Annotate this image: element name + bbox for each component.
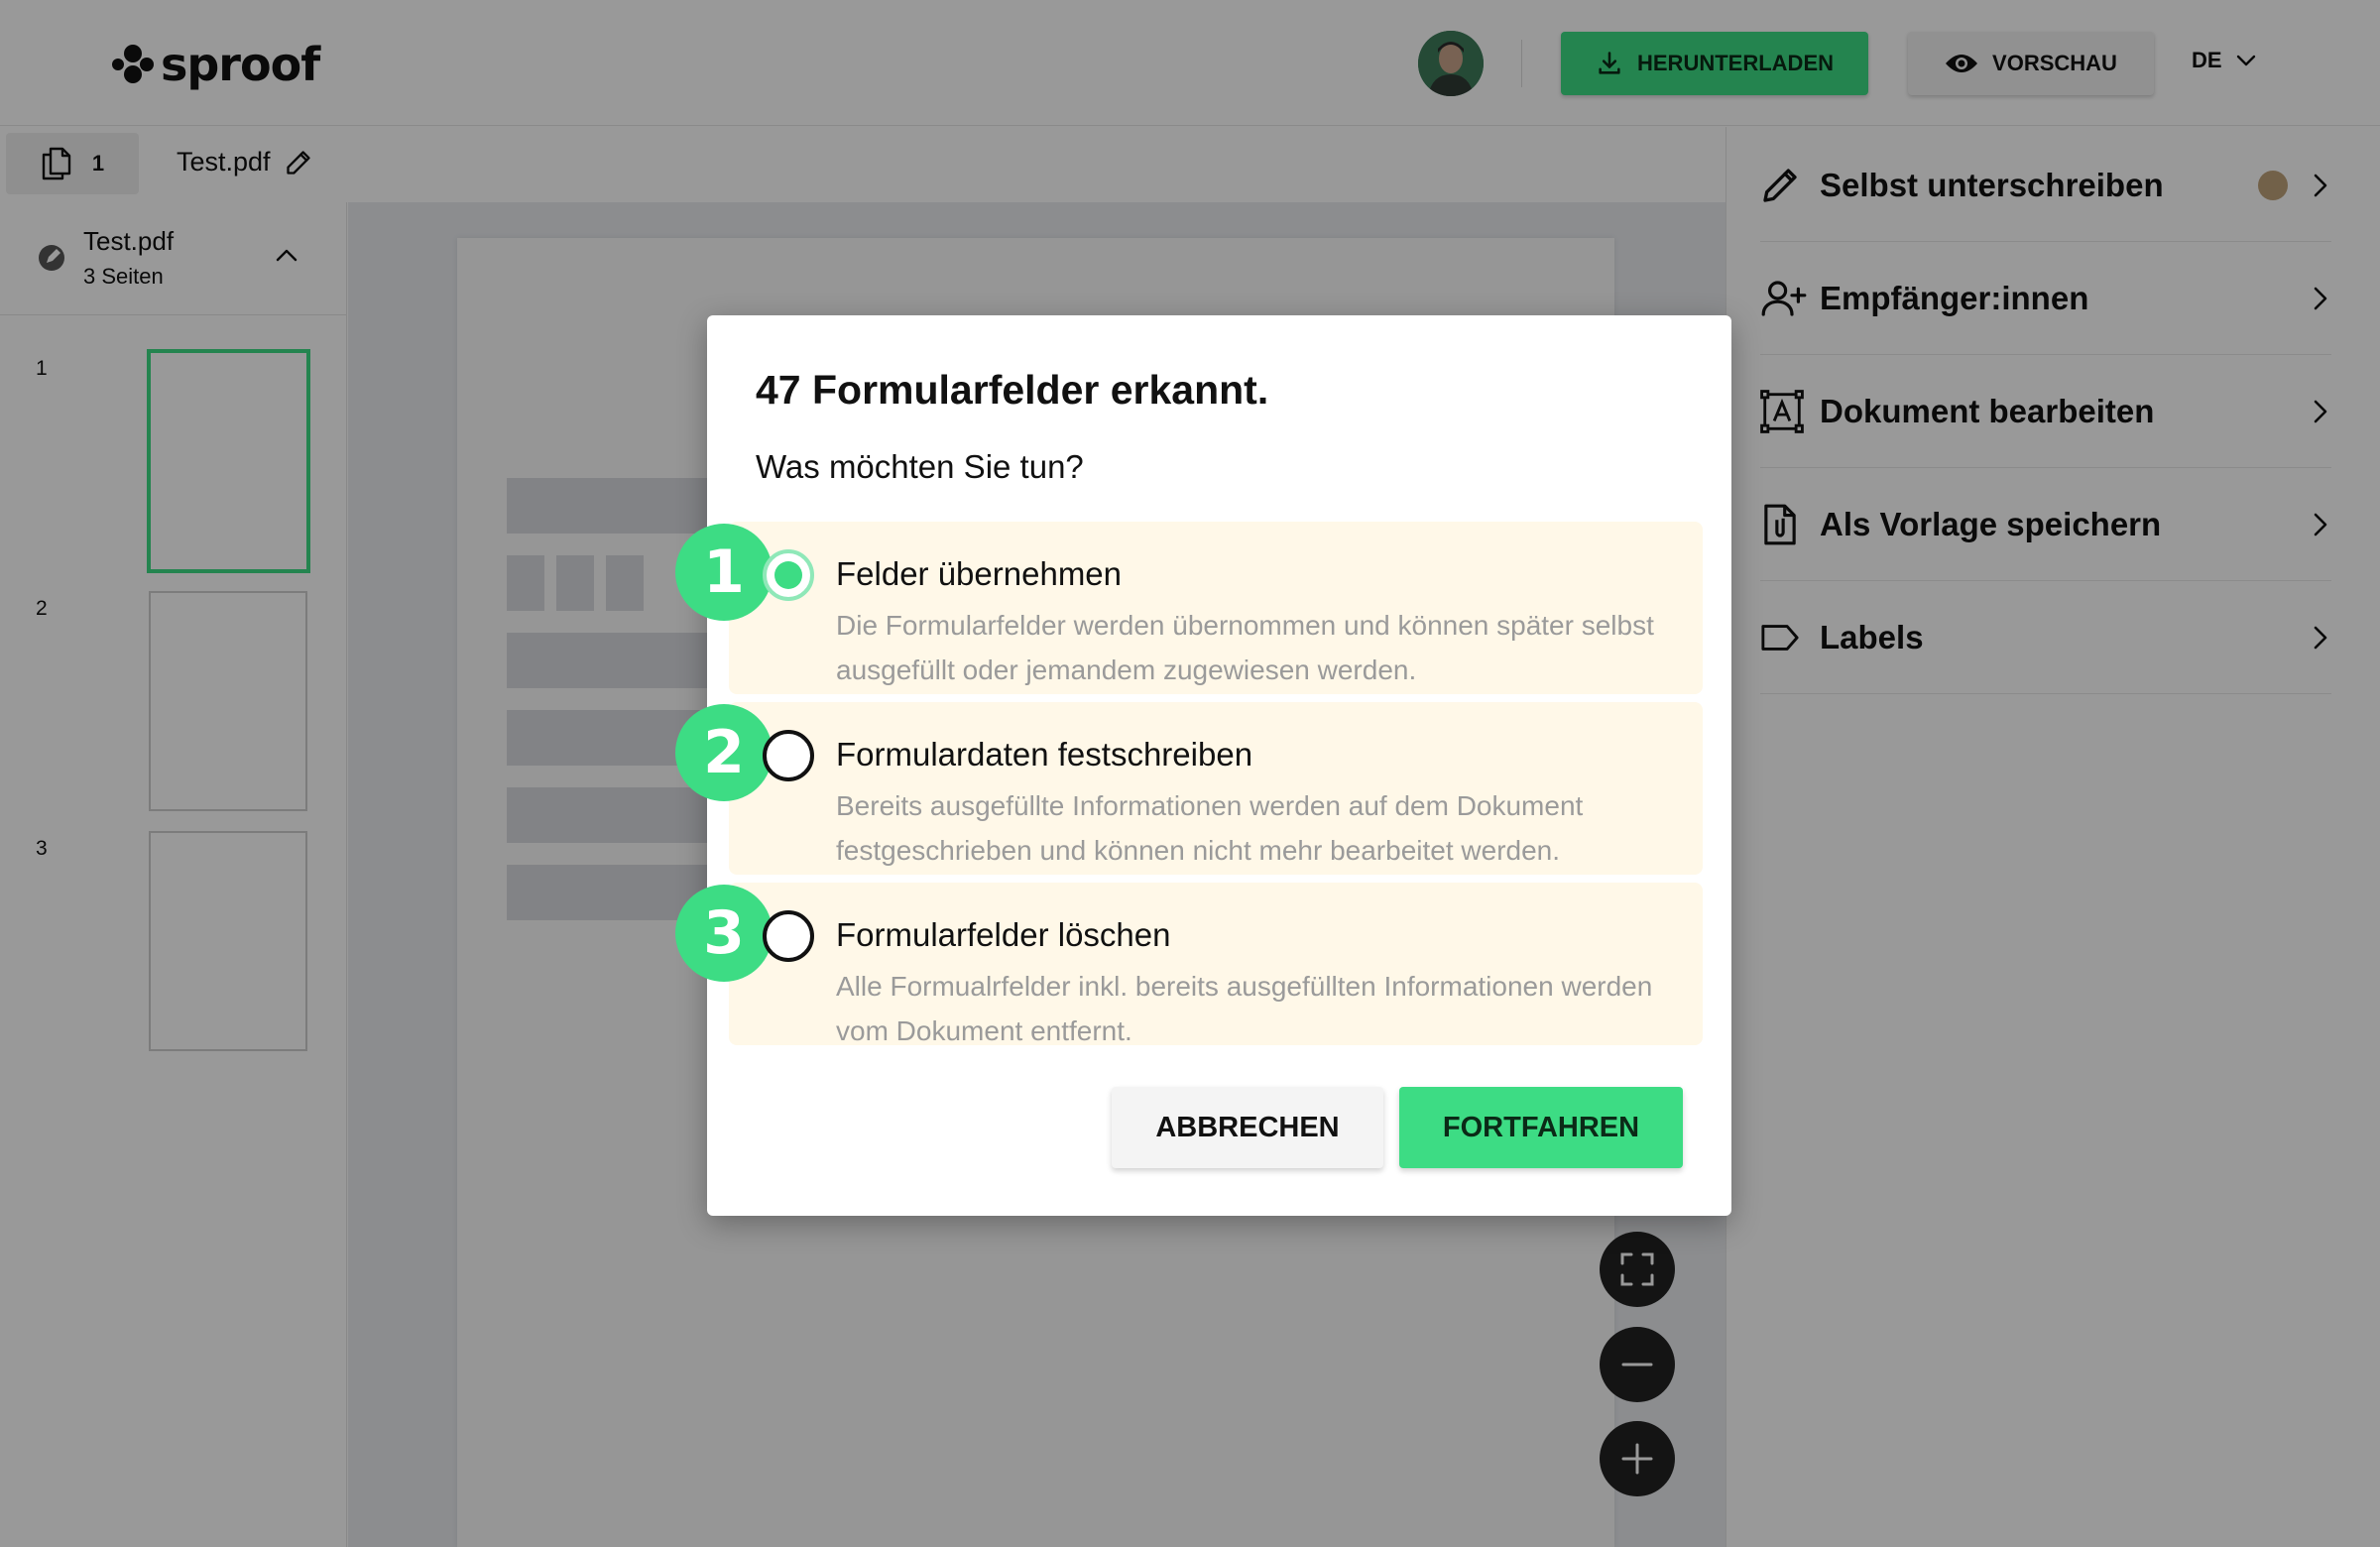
dialog-title: 47 Formularfelder erkannt.: [756, 367, 1269, 413]
radio-button[interactable]: [763, 910, 814, 962]
option-lock-form-data[interactable]: 2 Formulardaten festschreiben Bereits au…: [675, 702, 1703, 875]
radio-selected-dot: [774, 561, 802, 589]
continue-button[interactable]: FORTFAHREN: [1399, 1087, 1683, 1168]
option-title: Formulardaten festschreiben: [836, 736, 1253, 773]
step-badge: 3: [675, 885, 773, 982]
option-description: Bereits ausgefüllte Informationen werden…: [836, 790, 1584, 866]
option-description: Die Formularfelder werden übernommen und…: [836, 610, 1654, 685]
cancel-button[interactable]: ABBRECHEN: [1112, 1087, 1383, 1168]
radio-button[interactable]: [763, 549, 814, 601]
step-badge: 2: [675, 704, 773, 801]
option-keep-fields[interactable]: 1 Felder übernehmen Die Formularfelder w…: [675, 522, 1703, 694]
option-title: Formularfelder löschen: [836, 916, 1171, 953]
form-fields-dialog: 47 Formularfelder erkannt. Was möchten S…: [675, 315, 1731, 1216]
radio-button[interactable]: [763, 730, 814, 781]
dialog-subtitle: Was möchten Sie tun?: [756, 448, 1084, 485]
step-badge: 1: [675, 524, 773, 621]
option-title: Felder übernehmen: [836, 555, 1123, 592]
option-delete-fields[interactable]: 3 Formularfelder löschen Alle Formualrfe…: [675, 883, 1703, 1046]
option-description: Alle Formualrfelder inkl. bereits ausgef…: [836, 971, 1653, 1046]
